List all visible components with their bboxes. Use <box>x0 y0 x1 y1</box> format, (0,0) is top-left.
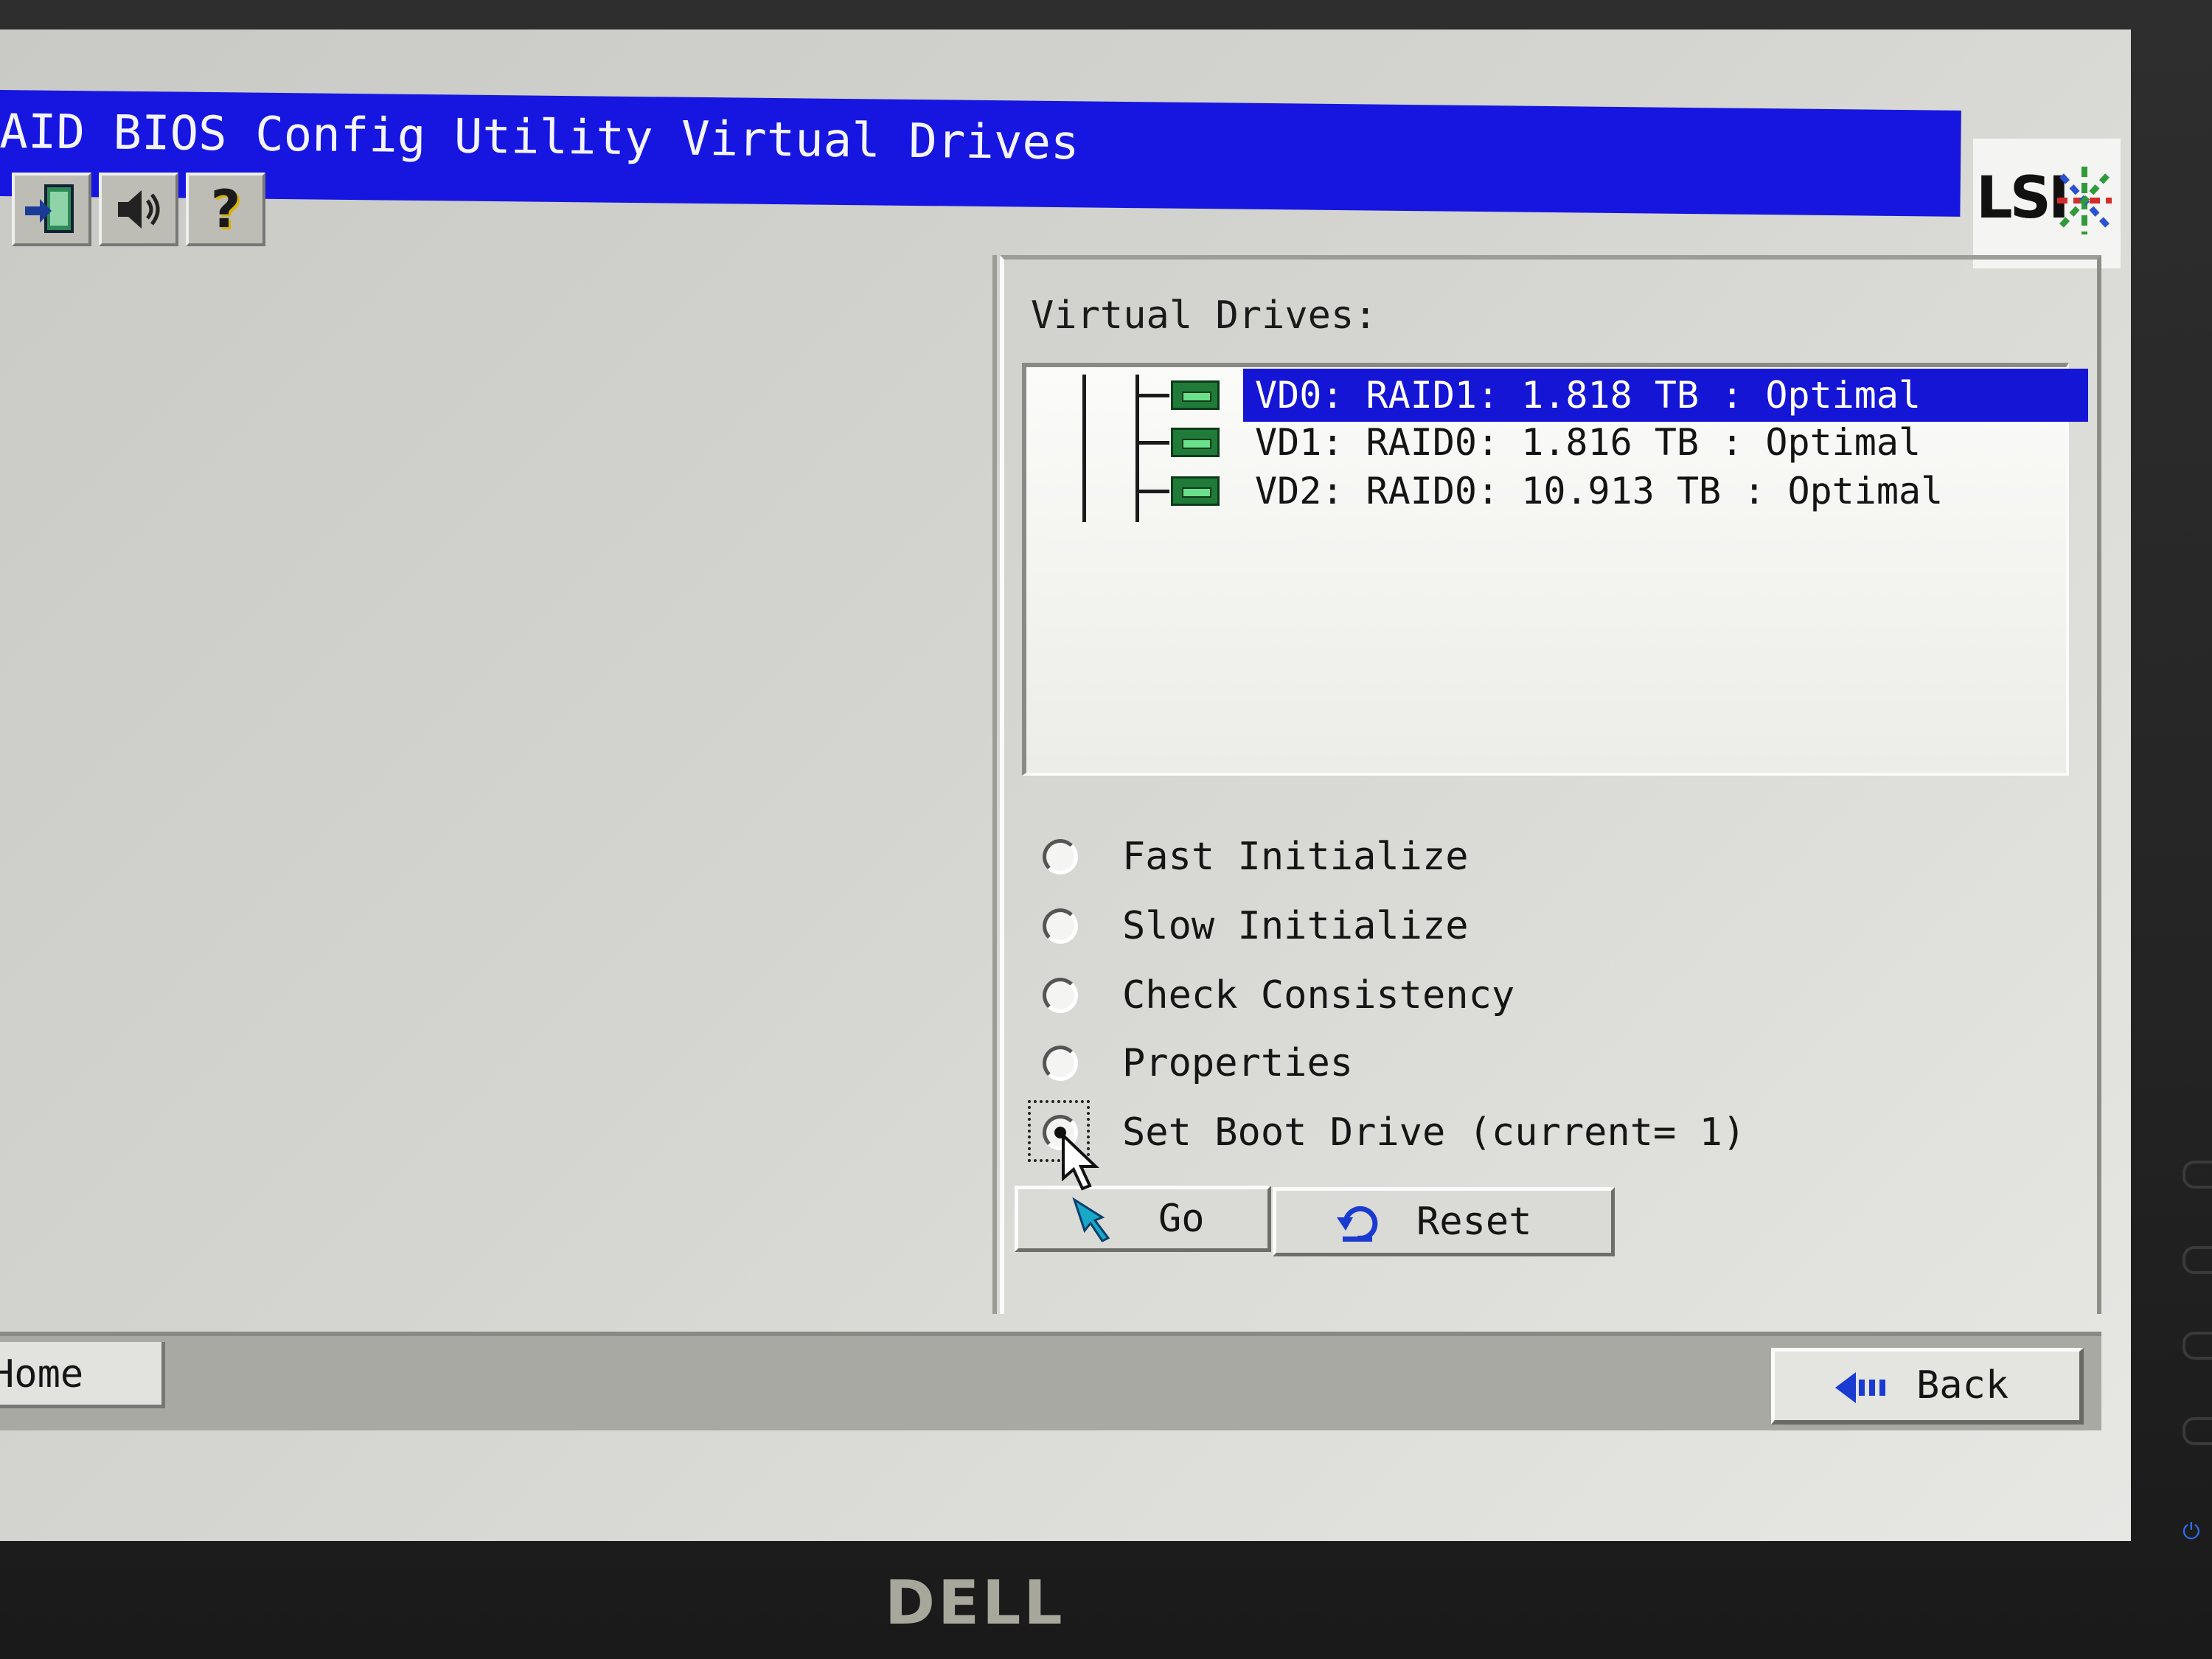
option-properties[interactable]: Properties <box>1004 1034 1963 1093</box>
bios-screen: AID BIOS Config Utility Virtual Drives L… <box>0 29 2131 1541</box>
help-button[interactable]: ? <box>186 173 265 246</box>
help-icon: ? <box>210 179 241 240</box>
lsi-star-icon <box>2057 167 2112 234</box>
tree-line <box>1137 490 1169 493</box>
reset-icon <box>1337 1206 1378 1242</box>
virtual-drive-icon <box>1171 380 1220 410</box>
option-label: Set Boot Drive (current= 1) <box>1122 1110 1746 1155</box>
exit-icon <box>25 184 74 233</box>
go-label: Go <box>1158 1197 1205 1241</box>
tree-line <box>1137 441 1169 445</box>
option-label: Properties <box>1122 1041 1354 1085</box>
option-fast-initialize[interactable]: Fast Initialize <box>1004 827 1963 886</box>
virtual-drive-row-vd0[interactable]: VD0: RAID1: 1.818 TB : Optimal <box>1243 369 2088 422</box>
mouse-cursor-icon <box>1062 1133 1099 1191</box>
speaker-button[interactable] <box>99 173 178 246</box>
radio-button[interactable] <box>1043 1046 1078 1081</box>
virtual-drives-label: Virtual Drives: <box>1031 293 1377 338</box>
monitor-brand: DELL <box>885 1568 1065 1638</box>
virtual-drive-label: VD1: RAID0: 1.816 TB : Optimal <box>1255 421 1921 464</box>
option-check-consistency[interactable]: Check Consistency <box>1004 966 1963 1025</box>
monitor-side-button <box>2183 1332 2212 1360</box>
tree-line <box>1137 394 1169 397</box>
monitor-side-button <box>2183 1417 2212 1445</box>
virtual-drive-row-vd1[interactable]: VD1: RAID0: 1.816 TB : Optimal <box>1243 416 1933 469</box>
back-arrow-icon <box>1835 1372 1885 1403</box>
home-button[interactable]: Home <box>0 1342 165 1408</box>
option-label: Check Consistency <box>1122 973 1515 1018</box>
option-slow-initialize[interactable]: Slow Initialize <box>1004 897 1963 956</box>
exit-button[interactable] <box>12 173 91 246</box>
virtual-drives-panel: Virtual Drives: VD0: RAID1: 1.818 TB : O… <box>1000 255 2101 1314</box>
virtual-drive-icon <box>1171 428 1220 457</box>
speaker-icon <box>118 190 160 229</box>
power-icon: ⏻ <box>2183 1519 2200 1545</box>
back-label: Back <box>1916 1363 2009 1408</box>
radio-button[interactable] <box>1043 908 1078 944</box>
tree-line <box>1082 375 1086 522</box>
virtual-drive-label: VD0: RAID1: 1.818 TB : Optimal <box>1255 374 1921 417</box>
virtual-drive-label: VD2: RAID0: 10.913 TB : Optimal <box>1255 470 1944 512</box>
vendor-logo: LSI <box>1973 139 2121 268</box>
go-button[interactable]: Go <box>1015 1186 1271 1252</box>
option-set-boot-drive[interactable]: Set Boot Drive (current= 1) <box>1004 1100 1963 1162</box>
monitor-side-button <box>2183 1161 2212 1189</box>
option-label: Fast Initialize <box>1122 835 1469 879</box>
radio-button[interactable] <box>1043 839 1078 874</box>
virtual-drive-list[interactable]: VD0: RAID1: 1.818 TB : Optimal VD1: RAID… <box>1022 363 2088 776</box>
home-label: Home <box>0 1352 84 1397</box>
radio-button[interactable] <box>1043 978 1078 1013</box>
title-bar: AID BIOS Config Utility Virtual Drives <box>0 90 1961 217</box>
reset-button[interactable]: Reset <box>1273 1187 1615 1256</box>
virtual-drive-row-vd2[interactable]: VD2: RAID0: 10.913 TB : Optimal <box>1243 465 1955 518</box>
virtual-drive-icon <box>1171 476 1220 506</box>
window-title: AID BIOS Config Utility Virtual Drives <box>0 104 1079 171</box>
back-button[interactable]: Back <box>1771 1348 2084 1425</box>
go-icon <box>1072 1197 1110 1242</box>
monitor-side-button <box>2183 1246 2212 1274</box>
left-panel <box>0 255 997 1314</box>
option-label: Slow Initialize <box>1122 904 1469 948</box>
reset-label: Reset <box>1416 1200 1532 1244</box>
